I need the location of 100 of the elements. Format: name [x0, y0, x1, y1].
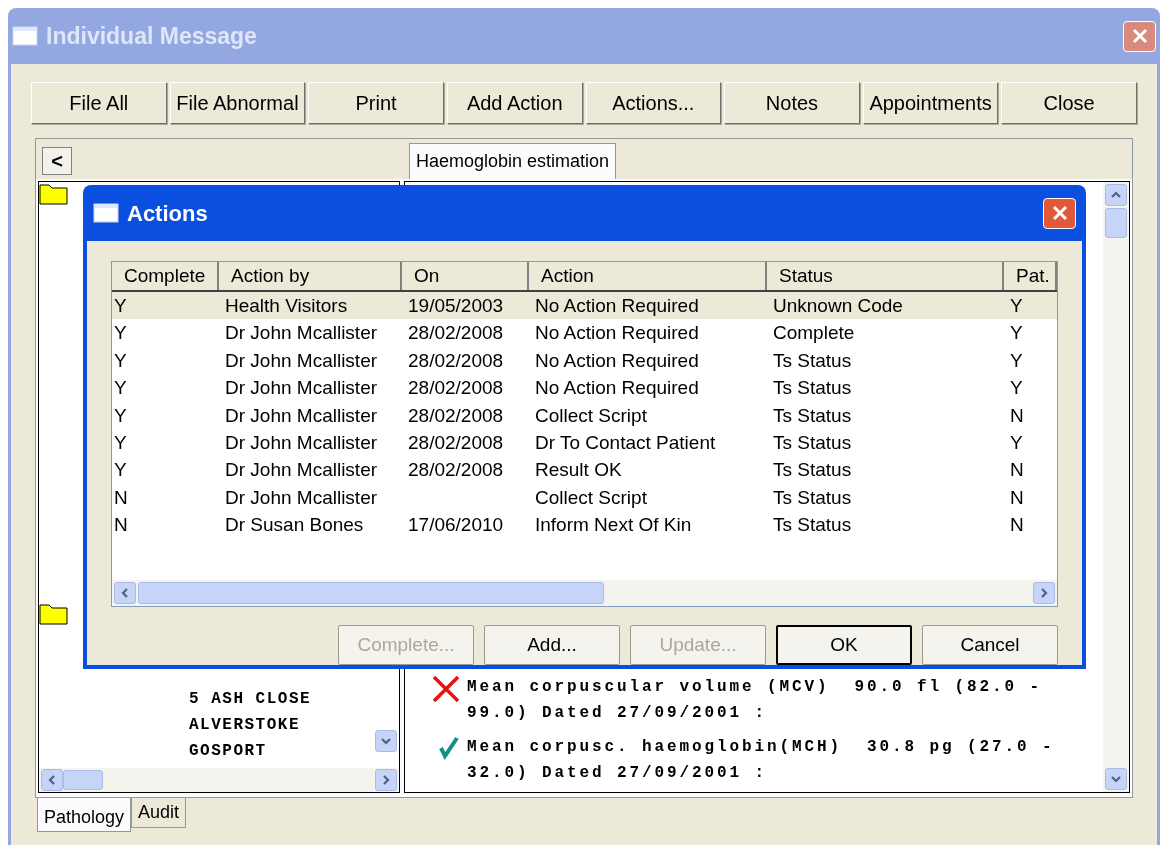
window-title: Individual Message [46, 21, 257, 51]
scroll-up-button[interactable] [1105, 184, 1127, 206]
table-cell: N [1010, 459, 1024, 481]
table-cell: Collect Script [535, 404, 647, 426]
table-cell: Ts Status [773, 486, 852, 508]
table-cell: No Action Required [535, 295, 699, 316]
toolbar-button[interactable]: File Abnormal [169, 82, 306, 124]
table-cell: Ts Status [773, 404, 852, 426]
table-cell: Complete [773, 322, 855, 344]
address-line: ALVERSTOKE [189, 715, 301, 736]
toolbar-button[interactable]: File All [31, 82, 167, 124]
table-cell: Y [114, 322, 127, 344]
table-cell: Ts Status [773, 349, 852, 371]
table-cell: 28/02/2008 [408, 459, 504, 481]
window-icon [93, 203, 119, 223]
scroll-thumb[interactable] [1105, 208, 1127, 238]
table-cell: N [1010, 404, 1024, 426]
table-cell: N [114, 486, 128, 508]
horizontal-scrollbar[interactable] [112, 580, 1057, 606]
table-cell: Ts Status [773, 431, 852, 453]
table-row[interactable]: Y Health Visitors 19/05/2003 No Action Required Unknown Code Y [112, 292, 1057, 320]
table-cell: Result OK [535, 459, 622, 481]
scroll-down-button[interactable] [1105, 768, 1127, 790]
result-text: Mean corpuscular volume (MCV) 90.0 fl (82.0 - 99.0) Dated 27/09/2001 : [467, 677, 1044, 724]
toolbar-button[interactable]: Notes [724, 82, 860, 124]
table-cell: No Action Required [535, 322, 699, 344]
horizontal-scrollbar[interactable] [39, 768, 399, 792]
scroll-thumb[interactable] [138, 582, 604, 604]
cross-icon [431, 674, 461, 704]
toolbar-button[interactable]: Add Action [446, 82, 583, 124]
table-cell: Y [1010, 322, 1023, 344]
tab[interactable]: Audit [131, 798, 187, 828]
scroll-right-button[interactable] [375, 769, 397, 791]
table-cell: Ts Status [773, 377, 852, 399]
table-cell: Y [114, 459, 127, 481]
dialog-button[interactable]: Add... [484, 625, 620, 665]
tab[interactable]: Pathology [37, 798, 132, 832]
table-cell: N [114, 514, 128, 536]
table-cell: Y [114, 349, 127, 371]
table-cell: Y [114, 404, 127, 426]
window-icon [12, 26, 38, 46]
table-cell: No Action Required [535, 349, 699, 371]
table-cell: Health Visitors [225, 295, 348, 316]
table-cell: Y [114, 431, 127, 453]
table-cell: Y [1010, 431, 1023, 453]
table-cell: 17/06/2010 [408, 514, 504, 536]
scroll-down-button[interactable] [375, 730, 397, 752]
table-cell: Y [1010, 295, 1023, 316]
dialog-button[interactable]: OK [776, 625, 912, 665]
table-cell: Y [114, 295, 127, 316]
table-cell: No Action Required [535, 377, 699, 399]
table-cell: 19/05/2003 [408, 295, 504, 316]
scroll-right-button[interactable] [1033, 582, 1055, 604]
back-button[interactable]: < [42, 147, 72, 175]
dialog-title: Actions [127, 199, 208, 228]
toolbar-button[interactable]: Appointments [862, 82, 999, 124]
scroll-thumb[interactable] [63, 770, 103, 790]
tab[interactable]: Haemoglobin estimation [409, 143, 617, 179]
column-header[interactable]: Status [767, 262, 1004, 290]
column-header[interactable]: Pat. [1004, 262, 1057, 290]
result-text: Mean corpusc. haemoglobin(MCH) 30.8 pg (27.0 - 32.0) Dated 27/09/2001 : [467, 737, 1056, 784]
table-cell: N [1010, 486, 1024, 508]
table-cell: Y [1010, 377, 1023, 399]
close-icon [1130, 27, 1149, 45]
table-cell: Ts Status [773, 459, 852, 481]
dialog-button[interactable]: Cancel [922, 625, 1058, 665]
table-cell: Dr John Mcallister [225, 377, 378, 399]
toolbar-button[interactable]: Close [1001, 82, 1137, 124]
close-icon [1050, 204, 1069, 222]
table-cell: Y [114, 377, 127, 399]
table-cell: Dr John Mcallister [225, 431, 378, 453]
toolbar-button[interactable]: Print [308, 82, 444, 124]
table-cell: Collect Script [535, 486, 647, 508]
table-cell: Dr Susan Bones [225, 514, 364, 536]
table-cell: Dr John Mcallister [225, 349, 378, 371]
table-cell: 28/02/2008 [408, 431, 504, 453]
table-cell: 28/02/2008 [408, 377, 504, 399]
table-cell: Ts Status [773, 514, 852, 536]
table-cell: 28/02/2008 [408, 322, 504, 344]
column-header[interactable]: Action [529, 262, 767, 290]
address-line: GOSPORT [189, 741, 268, 762]
table-cell: Inform Next Of Kin [535, 514, 692, 536]
table-cell: 28/02/2008 [408, 349, 504, 371]
column-header[interactable]: Action by [219, 262, 402, 290]
scroll-left-button[interactable] [41, 769, 63, 791]
table-cell: Dr John Mcallister [225, 486, 378, 508]
vertical-scrollbar[interactable] [1103, 182, 1129, 792]
table-cell: Unknown Code [773, 295, 903, 316]
table-cell: Dr John Mcallister [225, 404, 378, 426]
column-header[interactable]: Complete [112, 262, 219, 290]
close-button[interactable] [1043, 197, 1076, 229]
table-cell: N [1010, 514, 1024, 536]
table-cell: Dr John Mcallister [225, 459, 378, 481]
scroll-left-button[interactable] [114, 582, 136, 604]
table-cell: Dr To Contact Patient [535, 431, 716, 453]
address-line: 5 ASH CLOSE [189, 689, 312, 710]
column-header[interactable]: On [402, 262, 529, 290]
table-cell: Dr John Mcallister [225, 322, 378, 344]
table-cell: Y [1010, 349, 1023, 371]
toolbar-button[interactable]: Actions... [585, 82, 722, 124]
